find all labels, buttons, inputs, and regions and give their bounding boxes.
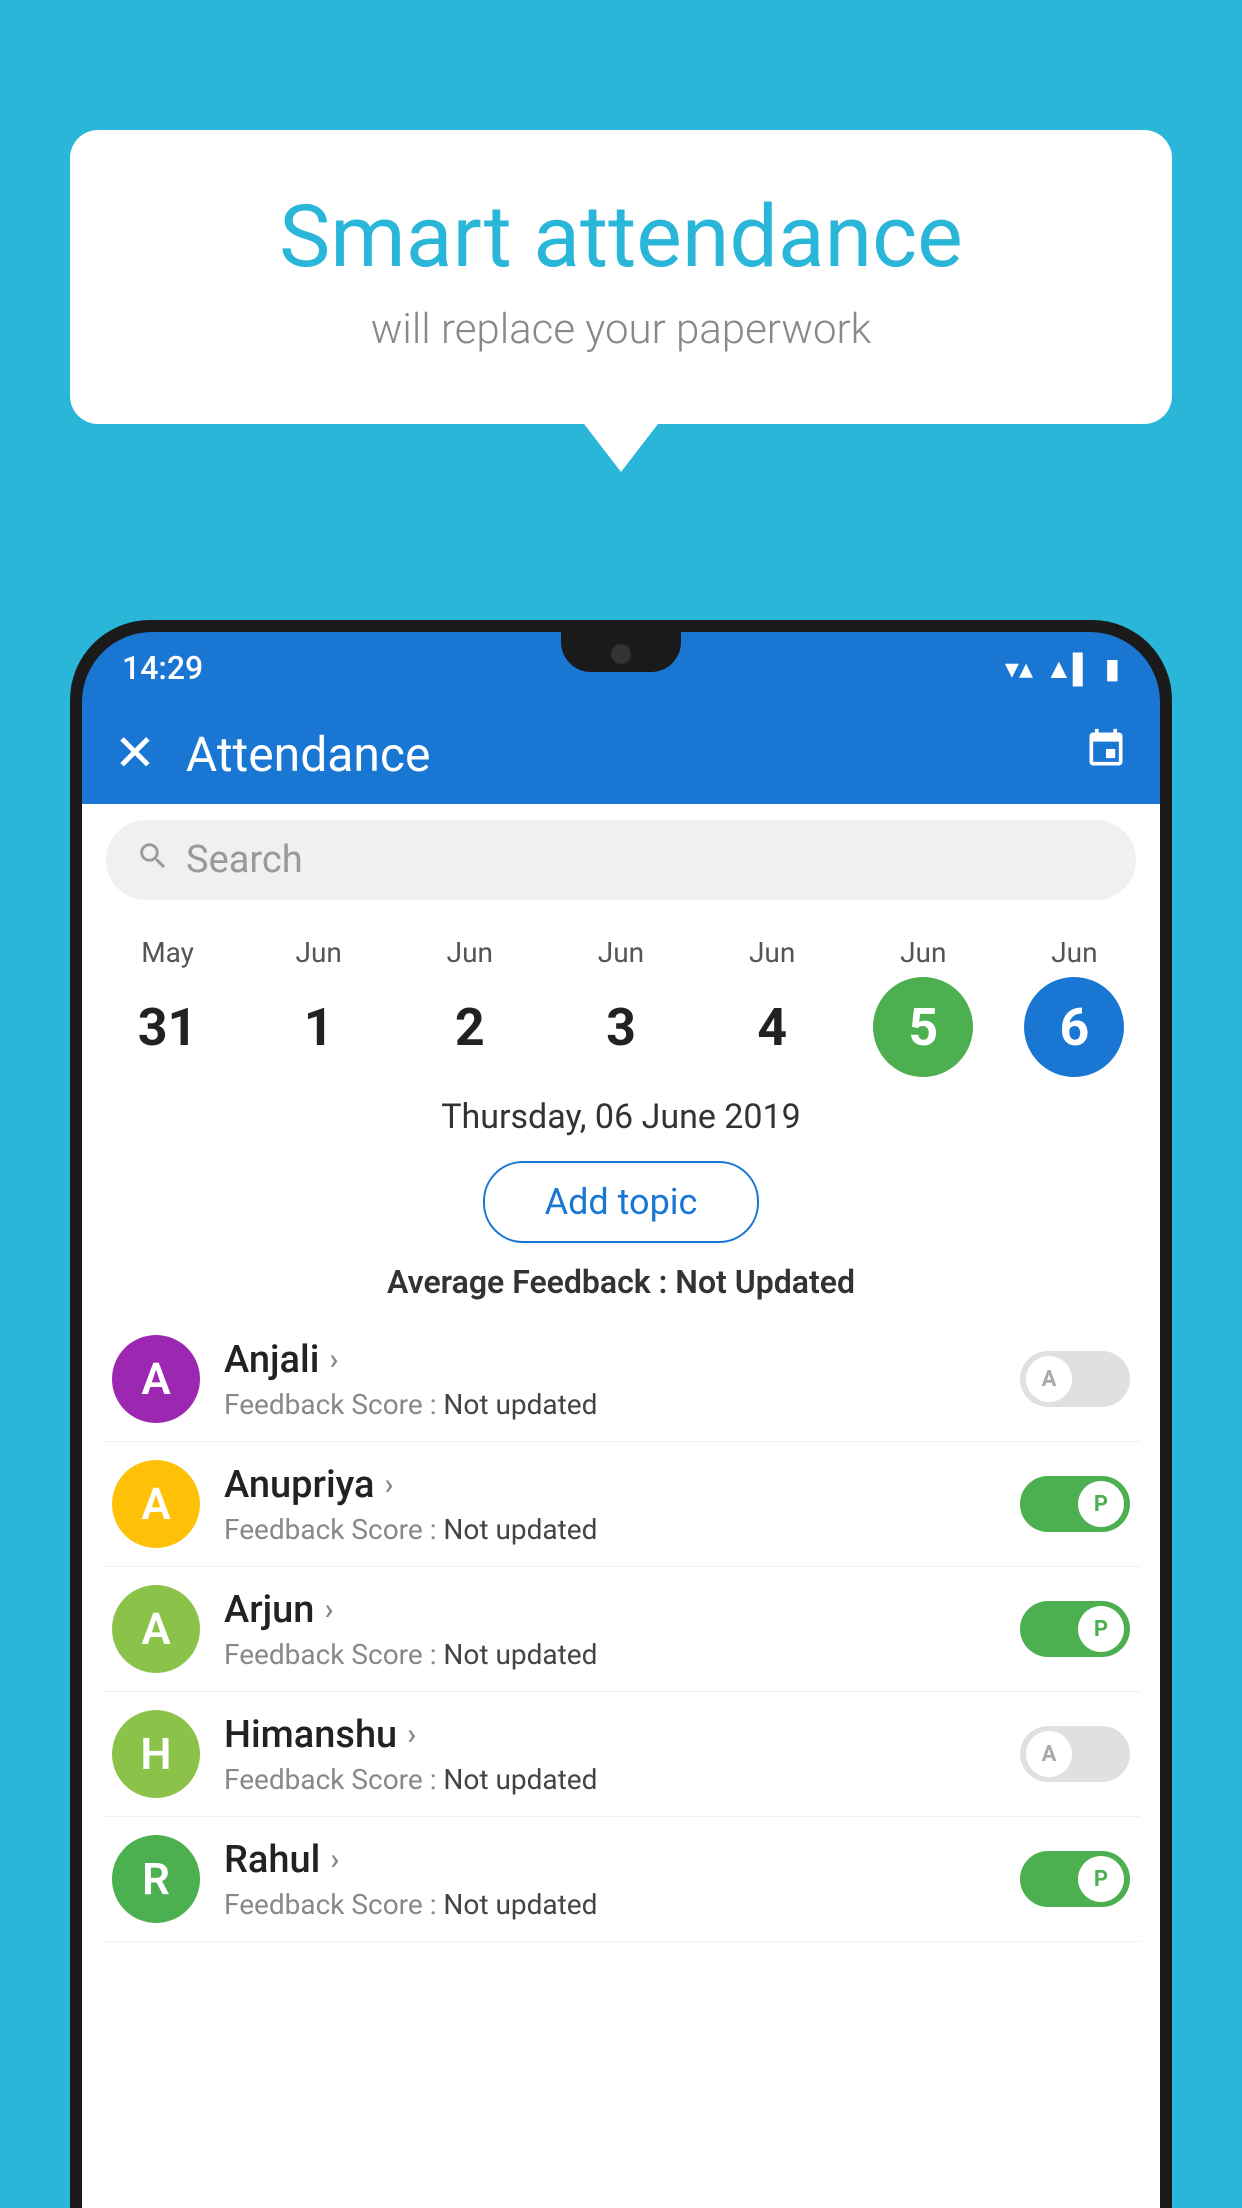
add-topic-button[interactable]: Add topic xyxy=(483,1161,760,1243)
avg-feedback: Average Feedback : Not Updated xyxy=(82,1257,1160,1317)
calendar-day-0[interactable]: May 31 xyxy=(108,936,228,1077)
screen-body: Search May 31 Jun 1 Jun 2 Jun 3 Jun 4 Jun 5 Jun 6 Thu… xyxy=(82,804,1160,2208)
student-feedback: Feedback Score : Not updated xyxy=(224,1638,996,1671)
toggle-knob: P xyxy=(1078,1481,1124,1527)
calendar-day-3[interactable]: Jun 3 xyxy=(561,936,681,1077)
search-input[interactable]: Search xyxy=(106,820,1136,900)
day-number: 6 xyxy=(1024,977,1124,1077)
student-feedback: Feedback Score : Not updated xyxy=(224,1513,996,1546)
selected-date: Thursday, 06 June 2019 xyxy=(82,1077,1160,1147)
avatar: A xyxy=(112,1335,200,1423)
student-feedback: Feedback Score : Not updated xyxy=(224,1388,996,1421)
search-bar-container: Search xyxy=(82,804,1160,916)
speech-bubble: Smart attendance will replace your paper… xyxy=(70,130,1172,424)
camera xyxy=(611,644,631,664)
avg-feedback-value: Not Updated xyxy=(675,1263,855,1301)
day-month-label: Jun xyxy=(598,936,644,969)
toggle-knob: A xyxy=(1026,1356,1072,1402)
student-name[interactable]: Himanshu › xyxy=(224,1713,996,1757)
battery-icon: ▮ xyxy=(1105,652,1120,685)
wifi-icon: ▾▴ xyxy=(1005,652,1033,685)
search-icon xyxy=(136,839,170,882)
student-info: Arjun › Feedback Score : Not updated xyxy=(224,1588,996,1671)
student-info: Himanshu › Feedback Score : Not updated xyxy=(224,1713,996,1796)
student-feedback: Feedback Score : Not updated xyxy=(224,1888,996,1921)
calendar-day-1[interactable]: Jun 1 xyxy=(259,936,379,1077)
toggle-knob: P xyxy=(1078,1856,1124,1902)
toggle-knob: P xyxy=(1078,1606,1124,1652)
day-month-label: Jun xyxy=(900,936,946,969)
chevron-icon: › xyxy=(384,1467,393,1502)
status-time: 14:29 xyxy=(122,649,203,687)
day-month-label: Jun xyxy=(296,936,342,969)
student-feedback: Feedback Score : Not updated xyxy=(224,1763,996,1796)
day-month-label: Jun xyxy=(1051,936,1097,969)
avatar: R xyxy=(112,1835,200,1923)
close-button[interactable]: ✕ xyxy=(114,729,156,779)
chevron-icon: › xyxy=(407,1717,416,1752)
avatar: H xyxy=(112,1710,200,1798)
calendar-day-2[interactable]: Jun 2 xyxy=(410,936,530,1077)
day-number: 31 xyxy=(118,977,218,1077)
student-info: Anjali › Feedback Score : Not updated xyxy=(224,1338,996,1421)
student-name[interactable]: Anjali › xyxy=(224,1338,996,1382)
signal-icon: ▲▌ xyxy=(1045,652,1093,685)
avatar: A xyxy=(112,1585,200,1673)
phone-frame: 14:29 ▾▴ ▲▌ ▮ ✕ Attendance xyxy=(70,620,1172,2208)
attendance-toggle-2[interactable]: P xyxy=(1020,1601,1130,1657)
hero-section: Smart attendance will replace your paper… xyxy=(70,130,1172,424)
toggle-knob: A xyxy=(1026,1731,1072,1777)
avatar: A xyxy=(112,1460,200,1548)
student-name[interactable]: Arjun › xyxy=(224,1588,996,1632)
student-name[interactable]: Anupriya › xyxy=(224,1463,996,1507)
hero-subtitle: will replace your paperwork xyxy=(150,305,1092,354)
calendar-day-4[interactable]: Jun 4 xyxy=(712,936,832,1077)
day-number: 4 xyxy=(722,977,822,1077)
day-number: 2 xyxy=(420,977,520,1077)
attendance-toggle-1[interactable]: P xyxy=(1020,1476,1130,1532)
attendance-toggle-4[interactable]: P xyxy=(1020,1851,1130,1907)
calendar-day-5[interactable]: Jun 5 xyxy=(863,936,983,1077)
phone-inner: 14:29 ▾▴ ▲▌ ▮ ✕ Attendance xyxy=(82,632,1160,2208)
student-item-0: A Anjali › Feedback Score : Not updated A xyxy=(102,1317,1140,1442)
hero-title: Smart attendance xyxy=(150,190,1092,285)
student-info: Rahul › Feedback Score : Not updated xyxy=(224,1838,996,1921)
student-info: Anupriya › Feedback Score : Not updated xyxy=(224,1463,996,1546)
day-month-label: Jun xyxy=(447,936,493,969)
student-item-1: A Anupriya › Feedback Score : Not updated P xyxy=(102,1442,1140,1567)
day-number: 5 xyxy=(873,977,973,1077)
app-title: Attendance xyxy=(186,726,1084,783)
search-placeholder: Search xyxy=(186,838,303,882)
status-icons: ▾▴ ▲▌ ▮ xyxy=(1005,652,1120,685)
chevron-icon: › xyxy=(330,1842,339,1877)
day-number: 3 xyxy=(571,977,671,1077)
attendance-toggle-3[interactable]: A xyxy=(1020,1726,1130,1782)
phone-notch xyxy=(561,632,681,672)
day-month-label: Jun xyxy=(749,936,795,969)
calendar-button[interactable] xyxy=(1084,727,1128,782)
student-item-4: R Rahul › Feedback Score : Not updated P xyxy=(102,1817,1140,1942)
day-month-label: May xyxy=(141,936,194,969)
chevron-icon: › xyxy=(329,1342,338,1377)
student-list: AAnjali ›Feedback Score : Not updatedAAA… xyxy=(82,1317,1160,1942)
day-number: 1 xyxy=(269,977,369,1077)
attendance-toggle-0[interactable]: A xyxy=(1020,1351,1130,1407)
student-name[interactable]: Rahul › xyxy=(224,1838,996,1882)
chevron-icon: › xyxy=(324,1592,333,1627)
student-item-3: H Himanshu › Feedback Score : Not updated A xyxy=(102,1692,1140,1817)
app-bar: ✕ Attendance xyxy=(82,704,1160,804)
calendar-day-6[interactable]: Jun 6 xyxy=(1014,936,1134,1077)
student-item-2: A Arjun › Feedback Score : Not updated P xyxy=(102,1567,1140,1692)
phone-screen: ✕ Attendance xyxy=(82,704,1160,2208)
calendar-row: May 31 Jun 1 Jun 2 Jun 3 Jun 4 Jun 5 Jun 6 xyxy=(82,916,1160,1077)
